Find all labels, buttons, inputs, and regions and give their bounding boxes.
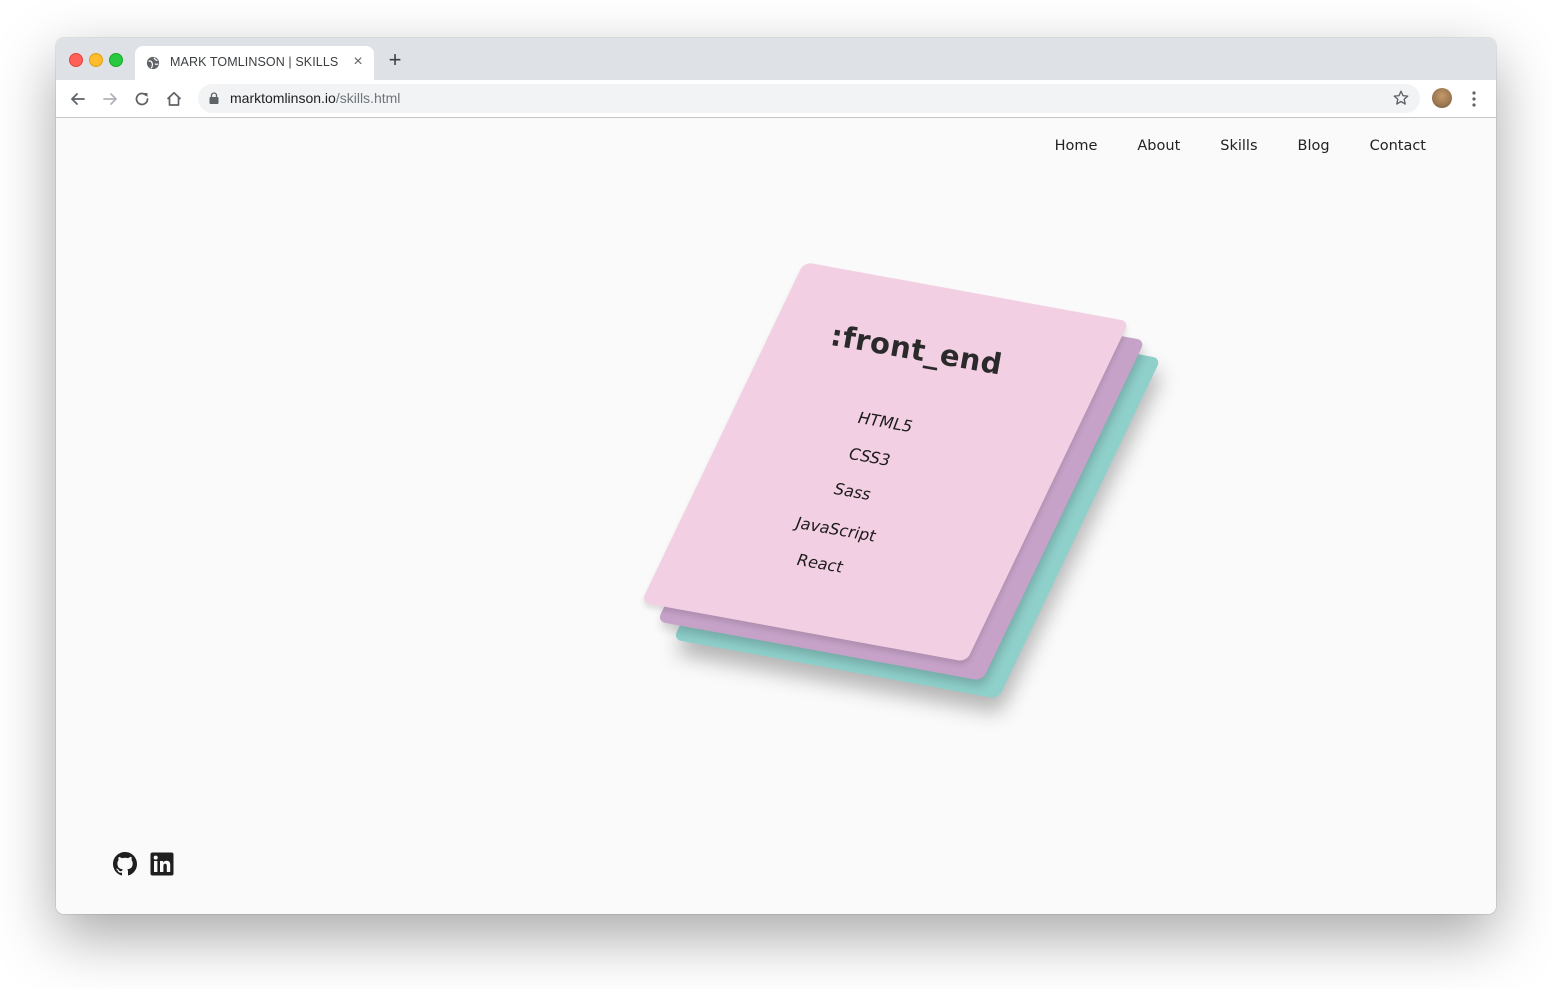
bookmark-star-icon[interactable]: [1392, 89, 1410, 107]
back-arrow-icon[interactable]: [68, 89, 88, 109]
nav-blog[interactable]: Blog: [1298, 138, 1330, 154]
address-bar[interactable]: marktomlinson.io/skills.html: [198, 84, 1420, 113]
main-nav: Home About Skills Blog Contact: [1055, 138, 1426, 154]
github-icon[interactable]: [113, 852, 137, 876]
menu-kebab-icon[interactable]: [1466, 89, 1482, 109]
tab-strip: MARK TOMLINSON | SKILLS × +: [56, 38, 1496, 80]
maximize-window-button[interactable]: [109, 53, 123, 67]
home-icon[interactable]: [164, 89, 184, 109]
profile-avatar[interactable]: [1432, 88, 1452, 108]
forward-arrow-icon[interactable]: [100, 89, 120, 109]
url-text: marktomlinson.io/skills.html: [230, 90, 401, 106]
minimize-window-button[interactable]: [89, 53, 103, 67]
lock-icon: [209, 92, 219, 104]
tab-title: MARK TOMLINSON | SKILLS: [170, 55, 339, 69]
globe-icon: [146, 56, 160, 70]
browser-tab[interactable]: MARK TOMLINSON | SKILLS ×: [135, 46, 374, 80]
reload-icon[interactable]: [132, 89, 152, 109]
new-tab-button[interactable]: +: [386, 49, 404, 71]
nav-skills[interactable]: Skills: [1220, 138, 1257, 154]
nav-contact[interactable]: Contact: [1370, 138, 1426, 154]
linkedin-icon[interactable]: [150, 852, 174, 876]
tab-close-button[interactable]: ×: [351, 54, 365, 70]
browser-toolbar: marktomlinson.io/skills.html: [56, 80, 1496, 118]
nav-home[interactable]: Home: [1055, 138, 1098, 154]
nav-about[interactable]: About: [1137, 138, 1180, 154]
close-window-button[interactable]: [69, 53, 83, 67]
